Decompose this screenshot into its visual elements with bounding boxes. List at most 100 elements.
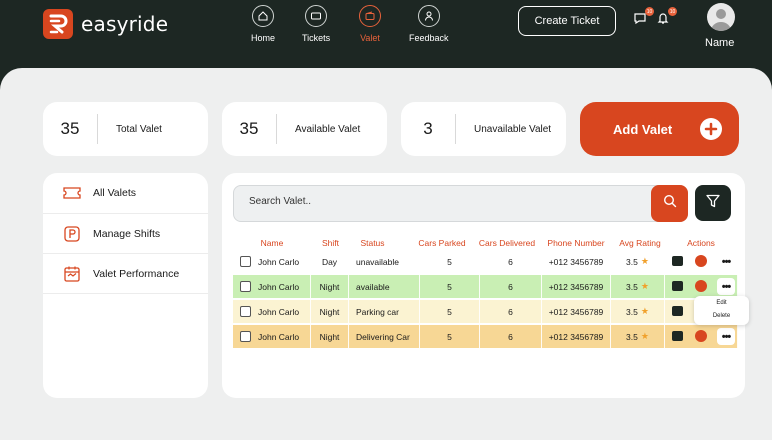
delete-menu-item[interactable]: Delete (694, 309, 749, 322)
search-button[interactable] (651, 185, 688, 222)
divider (97, 114, 98, 144)
cell-parked: 5 (420, 325, 480, 348)
avatar[interactable] (707, 3, 735, 31)
nav-tickets-label: Tickets (302, 33, 331, 43)
nav-feedback[interactable]: Feedback (409, 5, 449, 43)
message-icon[interactable] (672, 306, 683, 316)
nav-tickets[interactable]: Tickets (302, 5, 330, 43)
stat-available-valet: 35 Available Valet (222, 102, 387, 156)
remove-icon[interactable] (695, 280, 707, 292)
table-row[interactable]: John Carlo Night Delivering Car 5 6 +012 3456… (233, 325, 738, 348)
cell-name-text: John Carlo (258, 331, 300, 342)
cell-phone-text: +012 3456789 (548, 306, 604, 317)
cell-rating-text: 3.5 (626, 331, 638, 342)
cell-actions: ••• (665, 275, 738, 298)
filter-button[interactable] (695, 185, 731, 221)
cell-name: John Carlo (233, 300, 311, 323)
cell-name-text: John Carlo (258, 281, 300, 292)
cell-delivered: 6 (480, 325, 542, 348)
cell-parked-text: 5 (447, 306, 452, 317)
cell-phone-text: +012 3456789 (548, 281, 604, 292)
remove-icon[interactable] (695, 330, 707, 342)
stat-value: 35 (239, 119, 259, 138)
nav-valet[interactable]: Valet (359, 5, 381, 43)
nav-valet-label: Valet (360, 33, 380, 43)
remove-icon[interactable] (695, 255, 707, 267)
cell-actions: ••• (665, 325, 738, 348)
sidebar-item-all-valets[interactable]: All Valets (43, 173, 208, 214)
cell-rating-text: 3.5 (626, 256, 638, 267)
cell-status-text: available (356, 281, 390, 292)
column-header-cars-delivered[interactable]: Cars Delivered (475, 238, 539, 248)
chat-badge: 10 (645, 7, 654, 16)
bell-badge: 10 (668, 7, 677, 16)
cell-name: John Carlo (233, 250, 311, 273)
cell-delivered: 6 (480, 275, 542, 298)
message-icon[interactable] (672, 331, 683, 341)
table-row[interactable]: John Carlo Night available 5 6 +012 3456789 3.… (233, 275, 738, 298)
row-checkbox[interactable] (240, 256, 251, 267)
cell-delivered-text: 6 (508, 281, 513, 292)
column-header-cars-parked[interactable]: Cars Parked (412, 238, 472, 248)
cell-name: John Carlo (233, 275, 311, 298)
sidebar-item-label: All Valets (93, 187, 136, 199)
cell-phone-text: +012 3456789 (548, 256, 604, 267)
message-icon[interactable] (672, 281, 683, 291)
column-header-phone-number[interactable]: Phone Number (544, 238, 608, 248)
brand-logo[interactable]: easyride (43, 9, 168, 39)
bell-icon[interactable]: 10 (656, 7, 677, 27)
cell-phone: +012 3456789 (542, 325, 611, 348)
table-row[interactable]: John Carlo Night Parking car 5 6 +012 3456789… (233, 300, 738, 323)
more-options-button[interactable]: ••• (717, 278, 735, 295)
search-bar (233, 185, 688, 222)
add-valet-button[interactable]: Add Valet (580, 102, 739, 156)
stat-value: 35 (60, 119, 80, 138)
column-header-status[interactable]: Status (350, 238, 395, 248)
star-icon: ★ (640, 256, 649, 266)
plus-icon (700, 118, 722, 140)
cell-shift: Night (311, 325, 349, 348)
chat-icon[interactable]: 10 (633, 7, 654, 27)
more-options-button[interactable]: ••• (717, 253, 735, 270)
cell-parked: 5 (420, 300, 480, 323)
more-options-button[interactable]: ••• (717, 328, 735, 345)
cell-delivered: 6 (480, 250, 542, 273)
cell-parked-text: 5 (447, 281, 452, 292)
sidebar-item-manage-shifts[interactable]: Manage Shifts (43, 214, 208, 254)
create-ticket-button[interactable]: Create Ticket (518, 6, 616, 36)
cell-shift: Night (311, 275, 349, 298)
nav-home[interactable]: Home (251, 5, 275, 43)
cell-shift-text: Night (319, 331, 340, 342)
sidebar-item-label: Valet Performance (93, 267, 180, 280)
stat-value: 3 (423, 119, 433, 138)
cell-phone: +012 3456789 (542, 275, 611, 298)
cell-status: Parking car (349, 300, 420, 323)
search-input[interactable] (249, 196, 629, 207)
cell-delivered-text: 6 (508, 306, 513, 317)
add-valet-label: Add Valet (613, 121, 673, 137)
edit-menu-item[interactable]: Edit (694, 296, 749, 309)
row-checkbox[interactable] (240, 306, 251, 317)
cell-status-text: Delivering Car (356, 331, 410, 342)
column-header-avg-rating[interactable]: Avg Rating (614, 238, 666, 248)
cell-status: unavailable (349, 250, 420, 273)
user-icon (417, 5, 440, 27)
column-header-name[interactable]: Name (252, 238, 292, 248)
row-checkbox[interactable] (240, 331, 251, 342)
parking-icon (63, 225, 81, 243)
message-icon[interactable] (672, 256, 683, 266)
sidebar-item-valet-performance[interactable]: Valet Performance (43, 254, 208, 294)
nav-feedback-label: Feedback (409, 33, 449, 43)
table-row[interactable]: John Carlo Day unavailable 5 6 +012 3456789 3.… (233, 250, 738, 273)
valet-table-panel: Name Shift Status Cars Parked Cars Deliv… (222, 173, 745, 398)
cell-status-text: unavailable (356, 256, 400, 267)
column-header-shift[interactable]: Shift (312, 238, 349, 248)
cell-parked-text: 5 (447, 256, 452, 267)
search-icon (663, 194, 677, 213)
stat-total-valet: 35 Total Valet (43, 102, 208, 156)
row-checkbox[interactable] (240, 281, 251, 292)
calendar-icon (63, 265, 81, 283)
cell-status-text: Parking car (356, 306, 399, 317)
cell-phone: +012 3456789 (542, 250, 611, 273)
cell-parked-text: 5 (447, 331, 452, 342)
